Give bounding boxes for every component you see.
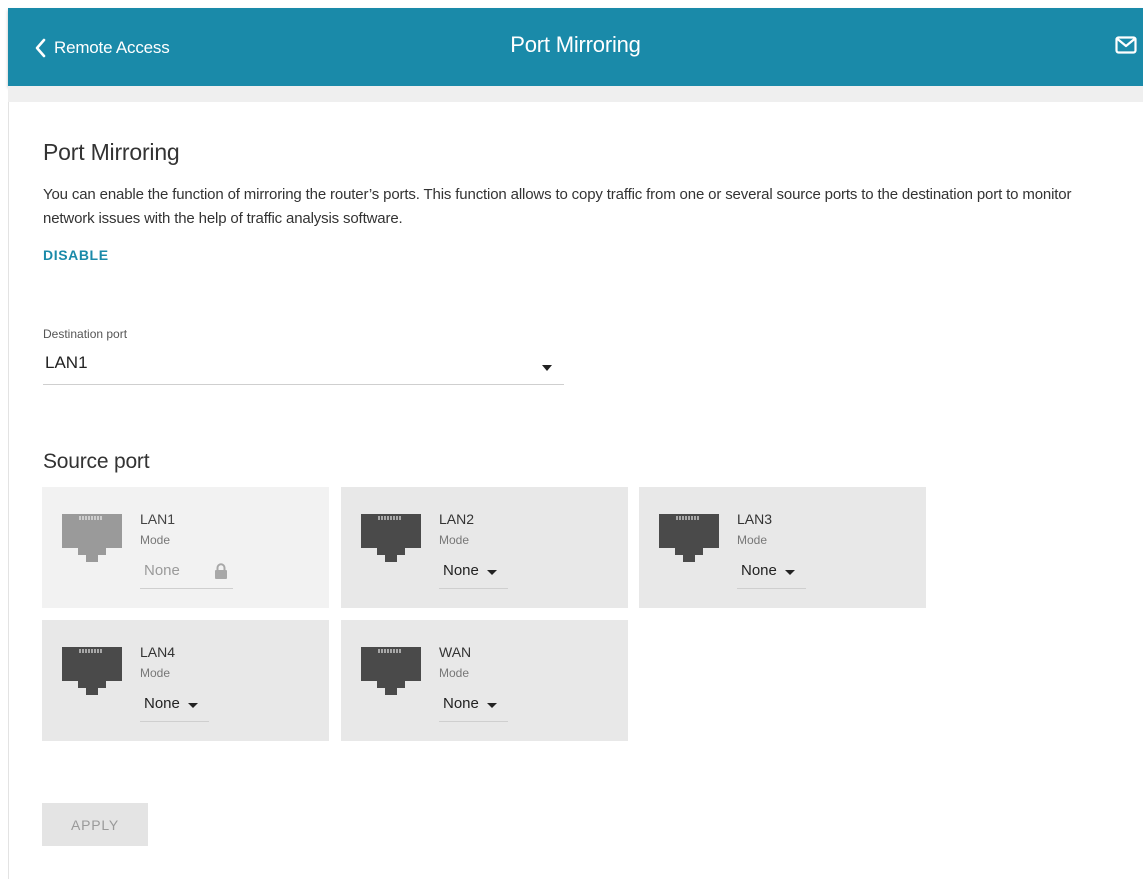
section-title: Port Mirroring — [43, 139, 180, 165]
port-name: LAN4 — [140, 644, 176, 660]
caret-down-icon — [487, 570, 497, 575]
mode-select-lan2[interactable]: None — [439, 557, 508, 589]
mode-label: Mode — [140, 533, 171, 547]
top-bar: Remote Access Port Mirroring — [8, 8, 1143, 86]
ethernet-port-icon — [62, 647, 122, 695]
mode-select-wan[interactable]: None — [439, 690, 508, 722]
port-card-lan2: LAN2 Mode None — [341, 487, 628, 608]
port-name: LAN2 — [439, 511, 475, 527]
header-shadow-strip — [8, 86, 1143, 102]
port-name: LAN1 — [140, 511, 176, 527]
port-card-lan4: LAN4 Mode None — [42, 620, 329, 741]
mode-value: None — [443, 562, 479, 579]
ethernet-port-icon — [62, 514, 122, 562]
ethernet-port-icon — [361, 647, 421, 695]
disable-button[interactable]: DISABLE — [43, 247, 109, 263]
lock-icon — [215, 563, 227, 579]
mail-icon — [1115, 36, 1137, 54]
apply-button[interactable]: APPLY — [42, 803, 148, 846]
caret-down-icon — [487, 703, 497, 708]
source-port-title: Source port — [43, 450, 150, 473]
port-card-wan: WAN Mode None — [341, 620, 628, 741]
mode-label: Mode — [140, 666, 171, 680]
mode-value: None — [144, 695, 180, 712]
mode-label: Mode — [737, 533, 768, 547]
page-title: Port Mirroring — [510, 32, 641, 57]
mode-label: Mode — [439, 533, 470, 547]
destination-port-value: LAN1 — [45, 353, 88, 372]
section-description: You can enable the function of mirroring… — [43, 186, 1072, 227]
destination-port-select[interactable]: LAN1 — [43, 351, 564, 385]
mode-value: None — [144, 562, 180, 579]
port-name: WAN — [439, 644, 472, 660]
mode-value: None — [741, 562, 777, 579]
mode-select-lan1: None — [140, 557, 233, 589]
page-frame-border — [8, 88, 9, 879]
caret-down-icon — [785, 570, 795, 575]
mode-select-lan3[interactable]: None — [737, 557, 806, 589]
ethernet-port-icon — [659, 514, 719, 562]
mode-select-lan4[interactable]: None — [140, 690, 209, 722]
notifications-button[interactable] — [1115, 36, 1137, 59]
port-card-lan3: LAN3 Mode None — [639, 487, 926, 608]
mode-label: Mode — [439, 666, 470, 680]
destination-port-label: Destination port — [43, 327, 128, 341]
ethernet-port-icon — [361, 514, 421, 562]
mode-value: None — [443, 695, 479, 712]
caret-down-icon — [542, 365, 552, 371]
port-card-lan1: LAN1 Mode None — [42, 487, 329, 608]
port-name: LAN3 — [737, 511, 773, 527]
caret-down-icon — [188, 703, 198, 708]
